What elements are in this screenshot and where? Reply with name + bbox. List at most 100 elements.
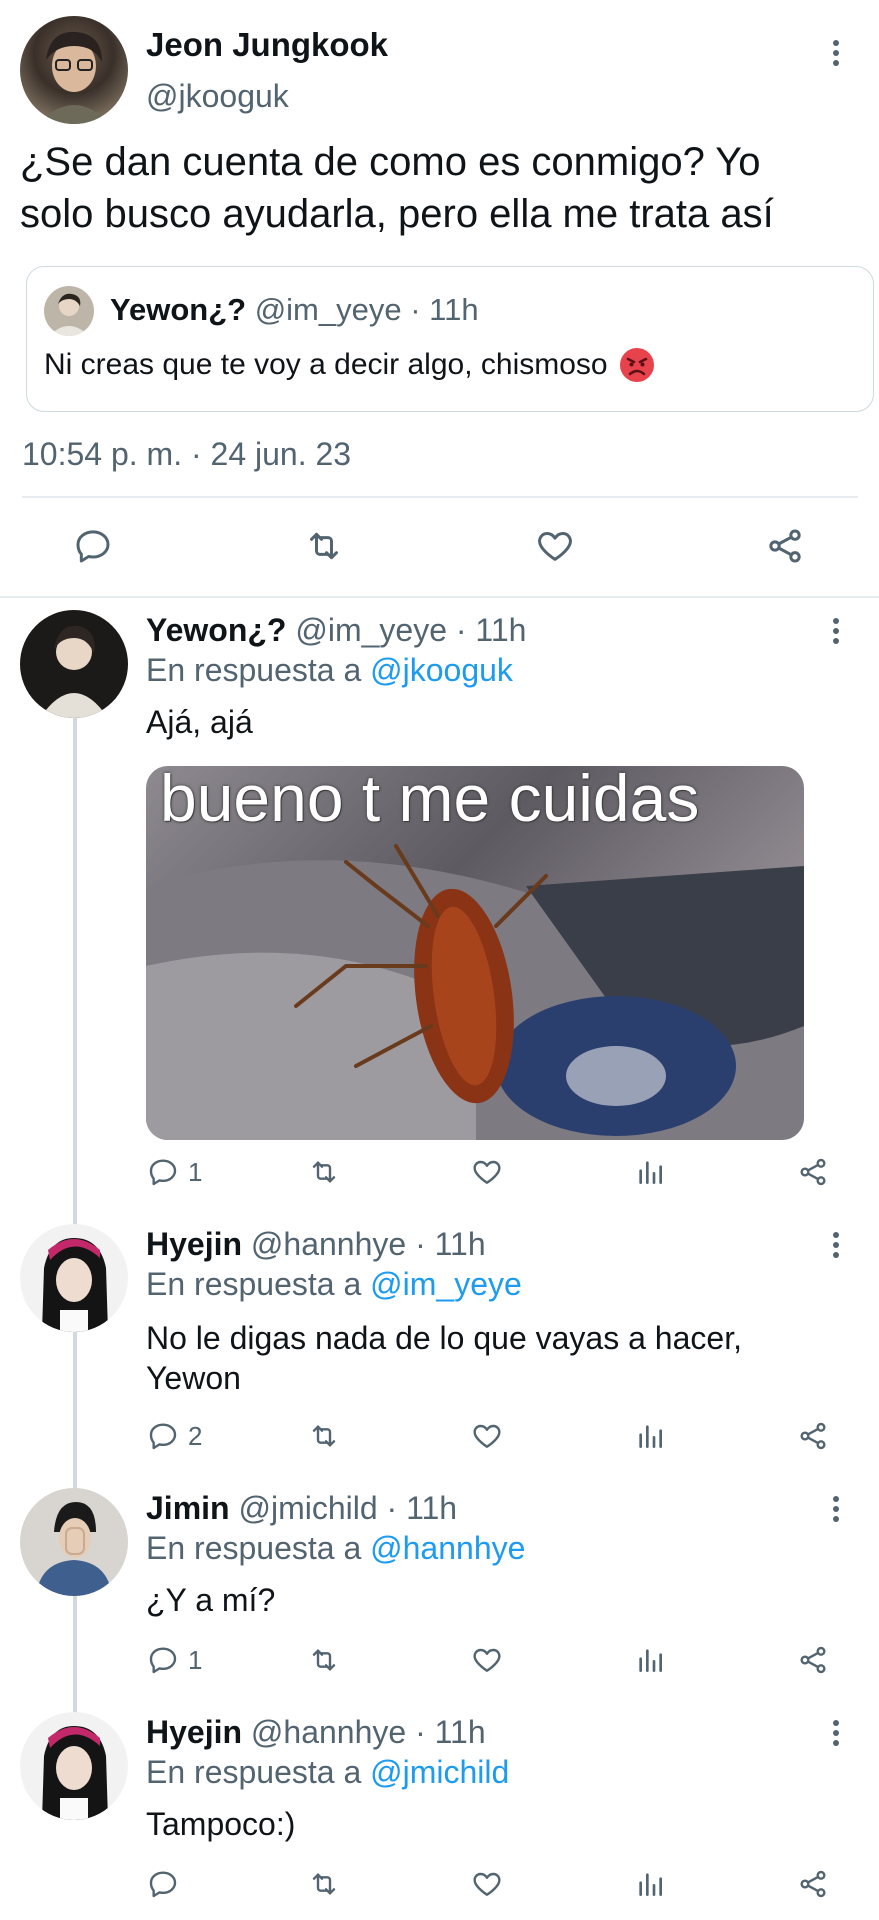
share-icon — [800, 1158, 826, 1186]
share-button[interactable] — [796, 1156, 830, 1188]
views-button[interactable] — [634, 1868, 666, 1900]
reply-context: En respuesta a @im_yeye — [146, 1266, 522, 1303]
reply-text: Ajá, ajá — [146, 704, 253, 740]
reply-prefix: En respuesta a — [146, 652, 362, 688]
views-icon — [639, 1161, 662, 1184]
quoted-text: Ni creas que te voy a decir algo, chismo… — [44, 348, 608, 381]
reply-author-name[interactable]: Yewon¿? — [146, 612, 286, 648]
retweet-button[interactable] — [306, 1420, 342, 1452]
like-icon — [538, 532, 572, 561]
reply-context: En respuesta a @jkooguk — [146, 652, 513, 689]
more-options-icon[interactable] — [824, 1716, 848, 1750]
author-handle[interactable]: @jkooguk — [146, 78, 289, 115]
views-button[interactable] — [634, 1644, 666, 1676]
retweet-icon — [312, 1425, 336, 1447]
reply-to-link[interactable]: @jmichild — [370, 1754, 509, 1790]
more-options-icon[interactable] — [824, 1492, 848, 1526]
retweet-icon — [312, 1649, 336, 1671]
reply-meta: @im_yeye · 11h — [295, 612, 527, 648]
avatar-jkooguk[interactable] — [20, 16, 128, 124]
views-button[interactable] — [634, 1420, 666, 1452]
share-button[interactable] — [764, 526, 806, 566]
share-button[interactable] — [796, 1420, 830, 1452]
reply-meta: @hannhye · 11h — [250, 1714, 486, 1750]
more-options-icon[interactable] — [824, 36, 848, 70]
tweet-text-line2: solo busco ayudarla, pero ella me trata … — [20, 192, 774, 236]
reply-author-name[interactable]: Hyejin — [146, 1226, 242, 1262]
reply-text: ¿Y a mí? — [146, 1582, 276, 1618]
section-divider — [0, 596, 879, 598]
retweet-icon — [312, 1161, 336, 1183]
reply-meta: @hannhye · 11h — [250, 1226, 486, 1262]
divider — [22, 496, 858, 498]
views-icon — [639, 1649, 662, 1672]
reply-icon — [149, 1423, 177, 1450]
reply-author-name[interactable]: Jimin — [146, 1490, 230, 1526]
more-options-icon[interactable] — [824, 1228, 848, 1262]
retweet-button[interactable] — [302, 526, 346, 566]
angry-emoji-icon — [619, 348, 654, 382]
share-icon — [800, 1422, 826, 1450]
avatar-photo-icon — [49, 293, 89, 336]
author-name[interactable]: Jeon Jungkook — [146, 26, 388, 64]
share-icon — [769, 529, 801, 563]
like-icon — [473, 1648, 501, 1672]
views-button[interactable] — [634, 1156, 666, 1188]
retweet-button[interactable] — [306, 1868, 342, 1900]
reply-prefix: En respuesta a — [146, 1754, 362, 1790]
views-icon — [639, 1425, 662, 1448]
like-icon — [473, 1872, 501, 1896]
views-icon — [639, 1873, 662, 1896]
like-button[interactable] — [470, 1868, 504, 1900]
quoted-meta: @im_yeye · 11h — [254, 292, 479, 327]
avatar-im-yeye[interactable] — [20, 610, 128, 718]
reply-icon — [76, 530, 110, 563]
share-button[interactable] — [796, 1644, 830, 1676]
quoted-tweet[interactable] — [26, 266, 874, 412]
reply-text: No le digas nada de lo que vayas a hacer… — [146, 1320, 742, 1396]
reply-button[interactable] — [72, 526, 114, 566]
reply-prefix: En respuesta a — [146, 1530, 362, 1566]
reply-author-name[interactable]: Hyejin — [146, 1714, 242, 1750]
reply-icon — [149, 1647, 177, 1674]
share-button[interactable] — [796, 1868, 830, 1900]
reply-button[interactable]: 1 — [146, 1156, 202, 1188]
reply-button[interactable]: 1 — [146, 1644, 202, 1676]
avatar-photo-icon — [42, 1238, 108, 1332]
reply-header: Hyejin @hannhye · 11h — [146, 1226, 486, 1263]
reply-to-link[interactable]: @hannhye — [370, 1530, 525, 1566]
quoted-author-name[interactable]: Yewon¿? — [110, 292, 246, 327]
reply-context: En respuesta a @jmichild — [146, 1754, 509, 1791]
reply-text: Tampoco:) — [146, 1806, 296, 1842]
like-button[interactable] — [470, 1420, 504, 1452]
reply-to-link[interactable]: @jkooguk — [370, 652, 513, 688]
reply-button[interactable] — [146, 1868, 188, 1900]
reply-media-image[interactable]: bueno t me cuidas — [146, 766, 804, 1140]
like-button[interactable] — [470, 1156, 504, 1188]
like-button[interactable] — [534, 526, 576, 566]
reply-header: Hyejin @hannhye · 11h — [146, 1714, 486, 1751]
retweet-button[interactable] — [306, 1644, 342, 1676]
reply-to-link[interactable]: @im_yeye — [370, 1266, 522, 1302]
tweet-text-line1: ¿Se dan cuenta de como es conmigo? Yo — [20, 140, 761, 184]
avatar-hannhye[interactable] — [20, 1224, 128, 1332]
share-icon — [800, 1646, 826, 1674]
reply-icon — [149, 1159, 177, 1186]
reply-button[interactable]: 2 — [146, 1420, 202, 1452]
reply-icon — [149, 1871, 177, 1898]
avatar-photo-icon — [42, 1726, 108, 1820]
retweet-button[interactable] — [306, 1156, 342, 1188]
avatar-photo-icon — [38, 31, 110, 124]
reply-header: Yewon¿? @im_yeye · 11h — [146, 612, 526, 649]
reply-header: Jimin @jmichild · 11h — [146, 1490, 457, 1527]
reply-context: En respuesta a @hannhye — [146, 1530, 525, 1567]
avatar-jmichild[interactable] — [20, 1488, 128, 1596]
like-icon — [473, 1424, 501, 1448]
tweet-timestamp[interactable]: 10:54 p. m. · 24 jun. 23 — [22, 436, 351, 473]
like-button[interactable] — [470, 1644, 504, 1676]
reply-count: 2 — [188, 1420, 203, 1451]
reply-count: 1 — [188, 1644, 203, 1675]
reply-meta: @jmichild · 11h — [238, 1490, 458, 1526]
more-options-icon[interactable] — [824, 614, 848, 648]
avatar-hannhye[interactable] — [20, 1712, 128, 1820]
